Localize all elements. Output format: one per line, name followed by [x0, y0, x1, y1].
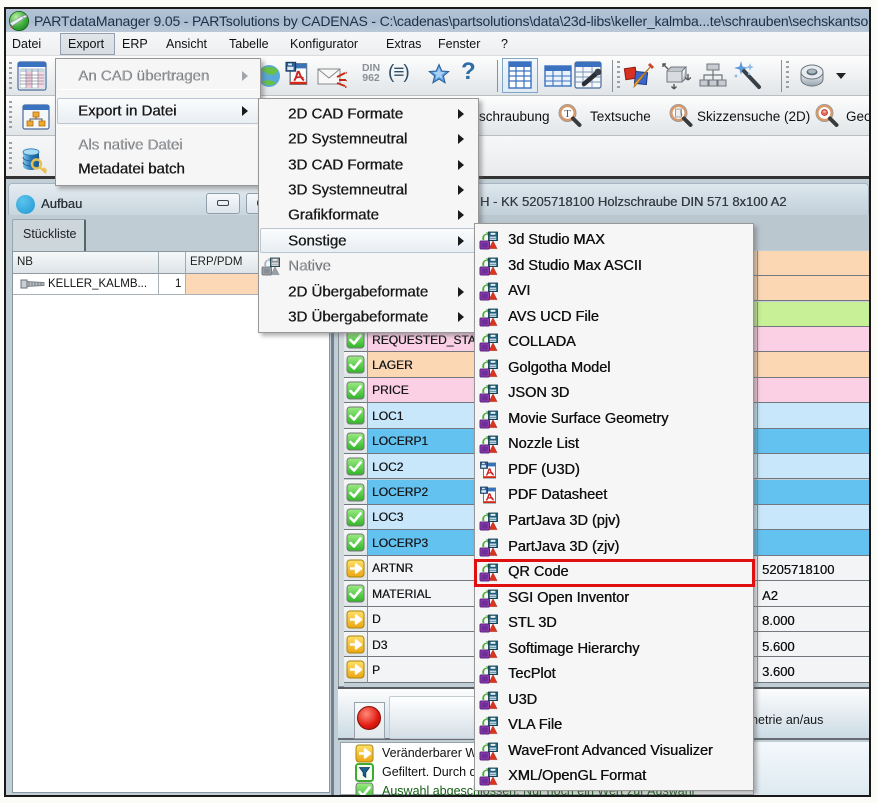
svg-text:T: T [564, 108, 571, 120]
